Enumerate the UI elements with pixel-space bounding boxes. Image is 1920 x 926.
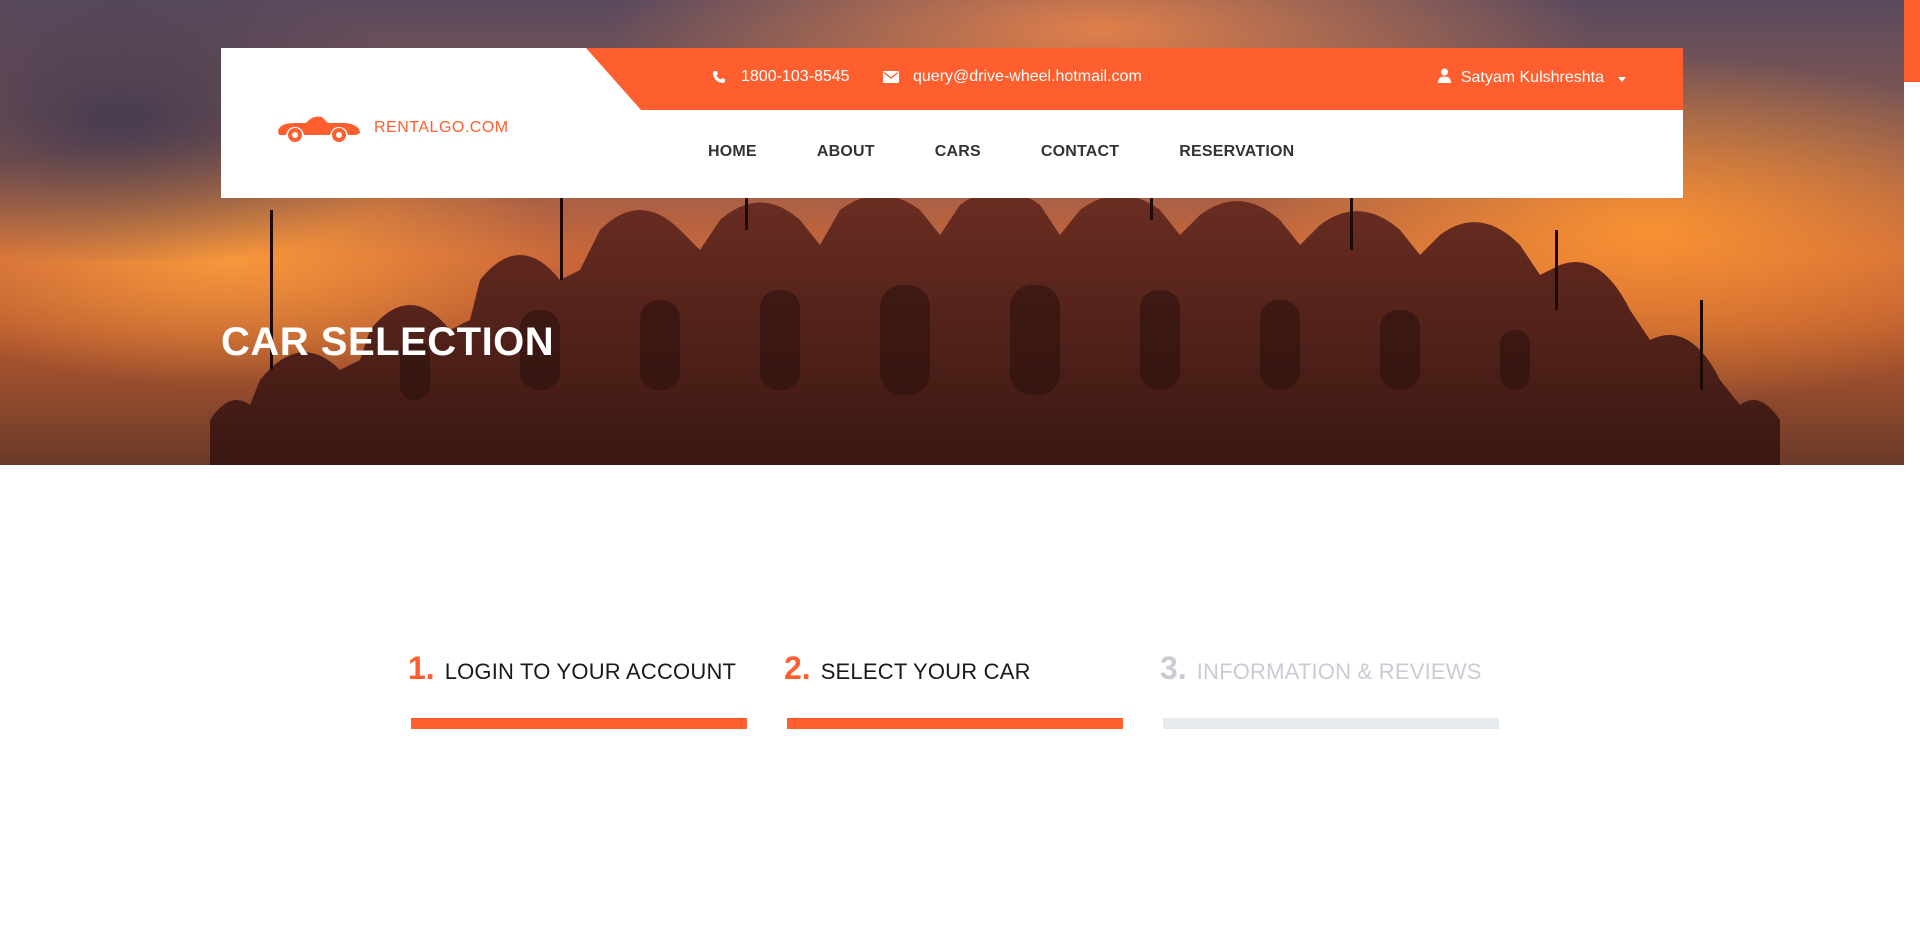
brand-name: RENTALGO.COM [374,119,509,136]
nav-item-about[interactable]: ABOUT [817,143,875,161]
email-address: query@drive-wheel.hotmail.com [913,68,1142,85]
step-number: 2. [784,650,811,686]
step-number: 1. [408,650,435,686]
brand-logo-link[interactable]: RENTALGO.COM [276,113,509,143]
envelope-icon [883,69,899,85]
user-menu-dropdown[interactable]: Satyam Kulshreshta [1437,68,1626,88]
step-label: LOGIN TO YOUR ACCOUNT [444,659,737,684]
page-title: CAR SELECTION [221,320,555,364]
scroll-edge-accent [1904,0,1920,82]
phone-number: 1800-103-8545 [741,68,850,85]
main-nav: HOME ABOUT CARS CONTACT RESERVATION [708,143,1354,161]
booking-progress-steps: 1. LOGIN TO YOUR ACCOUNT 2. SELECT YOUR … [408,650,1502,729]
nav-item-reservation[interactable]: RESERVATION [1179,143,1294,161]
step-label: INFORMATION & REVIEWS [1196,659,1482,684]
race-car-logo-icon [278,116,360,142]
nav-item-home[interactable]: HOME [708,143,757,161]
step-number: 3. [1160,650,1187,686]
caret-down-icon [1618,76,1626,82]
step-select-car[interactable]: 2. SELECT YOUR CAR [784,650,1123,729]
phone-icon [711,69,727,85]
phone-link[interactable]: 1800-103-8545 [711,68,850,86]
email-link[interactable]: query@drive-wheel.hotmail.com [883,68,1142,86]
step-information-reviews[interactable]: 3. INFORMATION & REVIEWS [1160,650,1499,729]
step-progress-bar [787,718,1123,729]
user-name: Satyam Kulshreshta [1460,69,1604,86]
step-label: SELECT YOUR CAR [820,659,1031,684]
step-login[interactable]: 1. LOGIN TO YOUR ACCOUNT [408,650,747,729]
site-header: RENTALGO.COM 1800-103-8545 query@drive-w… [221,48,1683,198]
nav-item-contact[interactable]: CONTACT [1041,143,1119,161]
step-progress-bar [411,718,747,729]
nav-item-cars[interactable]: CARS [935,143,981,161]
step-progress-bar [1163,718,1499,729]
user-icon [1437,68,1451,88]
